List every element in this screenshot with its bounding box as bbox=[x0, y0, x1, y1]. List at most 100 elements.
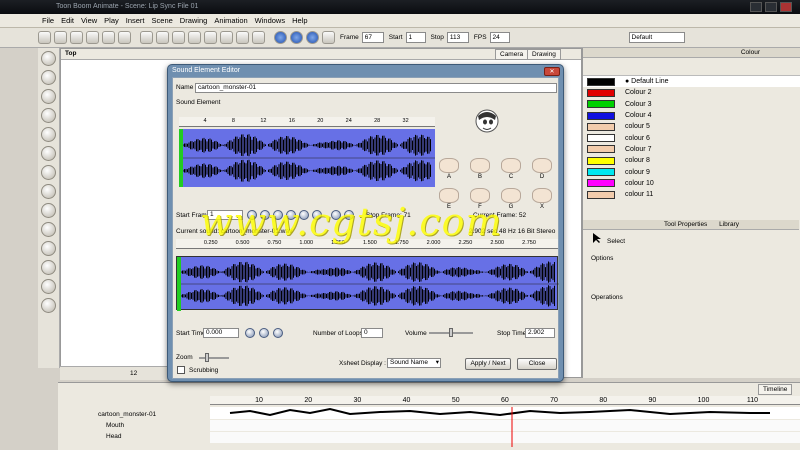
menu-file[interactable]: File bbox=[42, 16, 54, 25]
dialog-close-icon[interactable]: ✕ bbox=[544, 67, 560, 76]
fps-field[interactable]: 24 bbox=[489, 32, 510, 43]
time-play-icon[interactable] bbox=[273, 328, 283, 338]
menu-insert[interactable]: Insert bbox=[126, 16, 145, 25]
tab-timeline[interactable]: Timeline bbox=[758, 384, 793, 395]
text-tool-icon[interactable] bbox=[41, 127, 56, 142]
menu-view[interactable]: View bbox=[81, 16, 97, 25]
mouth-shape-label: G bbox=[508, 204, 514, 210]
close-window-button[interactable] bbox=[780, 2, 792, 12]
start-time-field[interactable]: 0.000 bbox=[203, 328, 239, 338]
name-field[interactable]: cartoon_monster-01 bbox=[195, 83, 557, 93]
grid-icon[interactable] bbox=[252, 31, 265, 44]
brush-tool-icon[interactable] bbox=[41, 89, 56, 104]
stop-time-label: Stop Time bbox=[497, 330, 527, 337]
zoom-slider[interactable] bbox=[199, 353, 229, 362]
print-icon[interactable] bbox=[86, 31, 99, 44]
menu-play[interactable]: Play bbox=[104, 16, 119, 25]
mouth-shape-thumbnail[interactable]: G bbox=[501, 188, 521, 210]
start-field[interactable]: 1 bbox=[405, 32, 426, 43]
paint-tool-icon[interactable] bbox=[41, 203, 56, 218]
hand-tool-icon[interactable] bbox=[41, 279, 56, 294]
dropper-tool-icon[interactable] bbox=[41, 184, 56, 199]
stop-icon[interactable] bbox=[306, 31, 319, 44]
xsheet-display-select[interactable]: Sound Name ▾ bbox=[387, 358, 441, 368]
loops-field[interactable]: 0 bbox=[361, 328, 383, 338]
stop-time-field[interactable]: 2.902 bbox=[525, 328, 555, 338]
tab-library[interactable]: Library bbox=[719, 221, 739, 228]
sound-icon[interactable] bbox=[322, 31, 335, 44]
save-icon[interactable] bbox=[70, 31, 83, 44]
colour-list-item[interactable]: colour 8 bbox=[583, 155, 800, 166]
menu-windows[interactable]: Windows bbox=[255, 16, 285, 25]
apply-next-button[interactable]: Apply / Next bbox=[465, 358, 511, 370]
rotate-tool-icon[interactable] bbox=[41, 298, 56, 313]
menu-scene[interactable]: Scene bbox=[152, 16, 173, 25]
colour-list-item[interactable]: ● Default Line bbox=[583, 76, 800, 88]
pencil-tool-icon[interactable] bbox=[41, 108, 56, 123]
contour-tool-icon[interactable] bbox=[41, 70, 56, 85]
frame-waveform[interactable] bbox=[179, 129, 435, 187]
workspace-select[interactable]: Default bbox=[628, 32, 685, 43]
time-waveform[interactable] bbox=[176, 256, 559, 311]
timeline-tracks[interactable] bbox=[210, 407, 800, 447]
zoom-tool-icon[interactable] bbox=[41, 260, 56, 275]
volume-slider-handle[interactable] bbox=[449, 328, 453, 337]
tab-camera[interactable]: Camera bbox=[495, 49, 529, 60]
scrubbing-checkbox[interactable] bbox=[177, 366, 185, 374]
menu-drawing[interactable]: Drawing bbox=[180, 16, 208, 25]
eraser-tool-icon[interactable] bbox=[41, 146, 56, 161]
mouth-shape-thumbnail[interactable]: B bbox=[470, 158, 490, 180]
menu-help[interactable]: Help bbox=[292, 16, 307, 25]
colour-list-item[interactable]: Colour 3 bbox=[583, 99, 800, 110]
layer-row[interactable]: Mouth bbox=[68, 421, 208, 432]
tab-colour[interactable]: Colour bbox=[741, 49, 760, 56]
colour-list-item[interactable]: colour 5 bbox=[583, 121, 800, 132]
export-icon[interactable] bbox=[118, 31, 131, 44]
colour-list-item[interactable]: Colour 2 bbox=[583, 87, 800, 98]
light-table-icon[interactable] bbox=[220, 31, 233, 44]
mouth-shape-thumbnail[interactable]: X bbox=[532, 188, 552, 210]
colour-list-item[interactable]: colour 9 bbox=[583, 166, 800, 177]
select-tool-icon[interactable] bbox=[41, 51, 56, 66]
copy-icon[interactable] bbox=[188, 31, 201, 44]
stop-field[interactable]: 113 bbox=[446, 32, 469, 43]
zoom-slider-handle[interactable] bbox=[205, 353, 209, 362]
paste-icon[interactable] bbox=[204, 31, 217, 44]
transform-tool-icon[interactable] bbox=[41, 222, 56, 237]
mouth-shape-thumbnail[interactable]: D bbox=[532, 158, 552, 180]
loop-icon[interactable] bbox=[290, 31, 303, 44]
mouth-shape-thumbnail[interactable]: A bbox=[439, 158, 459, 180]
menu-edit[interactable]: Edit bbox=[61, 16, 74, 25]
cut-icon[interactable] bbox=[172, 31, 185, 44]
colour-list-item[interactable]: colour 10 bbox=[583, 178, 800, 189]
import-icon[interactable] bbox=[102, 31, 115, 44]
undo-icon[interactable] bbox=[140, 31, 153, 44]
play-icon[interactable] bbox=[274, 31, 287, 44]
frame-ruler[interactable]: 4 8 12 16 20 24 28 32 bbox=[179, 117, 435, 127]
new-icon[interactable] bbox=[38, 31, 51, 44]
time-play-loop-icon[interactable] bbox=[245, 328, 255, 338]
close-button[interactable]: Close bbox=[517, 358, 557, 370]
mouth-shape-thumbnail[interactable]: C bbox=[501, 158, 521, 180]
minimize-button[interactable] bbox=[750, 2, 762, 12]
colour-swatch bbox=[587, 179, 615, 188]
tab-drawing[interactable]: Drawing bbox=[527, 49, 561, 60]
colour-list-item[interactable]: Colour 7 bbox=[583, 144, 800, 155]
grid-tool-icon[interactable] bbox=[41, 241, 56, 256]
colour-list-item[interactable]: colour 6 bbox=[583, 132, 800, 143]
onion-skin-icon[interactable] bbox=[236, 31, 249, 44]
time-stop-icon[interactable] bbox=[259, 328, 269, 338]
menu-animation[interactable]: Animation bbox=[214, 16, 247, 25]
layer-row[interactable]: Head bbox=[68, 432, 208, 443]
timeline-ruler[interactable]: 10 20 30 40 50 60 70 80 90 100 110 bbox=[210, 396, 800, 405]
open-icon[interactable] bbox=[54, 31, 67, 44]
volume-slider[interactable] bbox=[429, 328, 473, 337]
tab-tool-properties[interactable]: Tool Properties bbox=[664, 221, 707, 228]
shape-tool-icon[interactable] bbox=[41, 165, 56, 180]
frame-field[interactable]: 67 bbox=[361, 32, 384, 43]
maximize-button[interactable] bbox=[765, 2, 777, 12]
colour-list-item[interactable]: colour 11 bbox=[583, 189, 800, 200]
colour-list-item[interactable]: Colour 4 bbox=[583, 110, 800, 121]
redo-icon[interactable] bbox=[156, 31, 169, 44]
layer-row[interactable]: cartoon_monster-01 bbox=[68, 410, 208, 421]
